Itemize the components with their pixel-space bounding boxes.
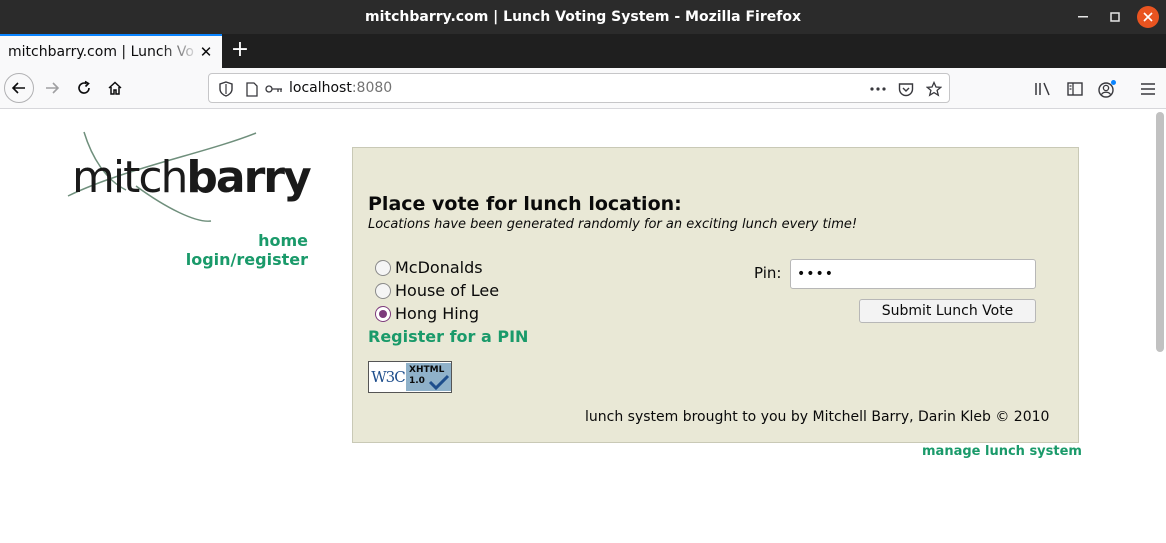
submit-vote-button[interactable]: Submit Lunch Vote [859, 299, 1036, 323]
sidebar-nav: home login/register [150, 231, 308, 269]
vote-panel: Place vote for lunch location: Locations… [352, 147, 1079, 443]
url-text: localhost:8080 [289, 80, 393, 96]
scrollbar[interactable] [1154, 110, 1166, 543]
close-window-icon[interactable] [1137, 6, 1159, 28]
url-bar[interactable]: localhost:8080 [208, 73, 950, 103]
window-title: mitchbarry.com | Lunch Voting System - M… [365, 9, 801, 25]
account-icon[interactable] [1096, 78, 1118, 100]
logo-text: mitchbarry [72, 152, 312, 203]
page-icon[interactable] [243, 80, 261, 98]
vote-subheading: Locations have been generated randomly f… [368, 217, 858, 232]
reload-icon[interactable] [70, 74, 98, 102]
more-actions-icon[interactable] [869, 80, 887, 98]
option-house-of-lee[interactable]: House of Lee [375, 281, 575, 301]
option-mcdonalds[interactable]: McDonalds [375, 258, 575, 278]
home-link[interactable]: home [150, 231, 308, 250]
option-label: Hong Hing [395, 304, 479, 323]
sidebar-toggle-icon[interactable] [1064, 78, 1086, 100]
radio-button-selected[interactable] [375, 306, 391, 322]
menu-icon[interactable] [1137, 78, 1159, 100]
back-icon[interactable] [4, 73, 34, 103]
pin-input[interactable]: •••• [790, 259, 1036, 289]
option-label: House of Lee [395, 281, 500, 300]
nav-toolbar: localhost:8080 [0, 68, 1166, 109]
manage-lunch-system-link[interactable]: manage lunch system [922, 444, 1082, 459]
radio-button[interactable] [375, 283, 391, 299]
w3c-xhtml-badge[interactable]: W3C XHTML 1.0 [368, 361, 452, 393]
library-icon[interactable] [1032, 78, 1054, 100]
shield-icon[interactable] [217, 80, 235, 98]
forward-icon[interactable] [38, 74, 66, 102]
pin-label: Pin: [754, 264, 782, 282]
radio-button[interactable] [375, 260, 391, 276]
maximize-icon[interactable] [1104, 6, 1126, 28]
page-content: mitchbarry home login/register Place vot… [0, 110, 1166, 543]
register-pin-link[interactable]: Register for a PIN [368, 327, 528, 346]
w3c-logo-text: W3C [370, 363, 406, 391]
checkmark-icon [428, 374, 450, 390]
window-titlebar: mitchbarry.com | Lunch Voting System - M… [0, 0, 1166, 34]
minimize-icon[interactable] [1072, 6, 1094, 28]
tab-close-icon[interactable]: ✕ [198, 44, 214, 60]
scrollbar-thumb[interactable] [1156, 112, 1164, 352]
new-tab-icon[interactable]: + [228, 39, 252, 63]
home-icon[interactable] [101, 74, 129, 102]
tab-active[interactable]: mitchbarry.com | Lunch Voting System ✕ [0, 34, 222, 68]
mitchbarry-logo: mitchbarry [66, 128, 312, 228]
option-label: McDonalds [395, 258, 483, 277]
option-hong-hing[interactable]: Hong Hing [375, 304, 575, 324]
key-icon[interactable] [264, 80, 284, 98]
vote-heading: Place vote for lunch location: [368, 193, 682, 215]
credits-text: lunch system brought to you by Mitchell … [585, 409, 1050, 425]
login-register-link[interactable]: login/register [150, 250, 308, 269]
pocket-icon[interactable] [897, 80, 915, 98]
xhtml-label: XHTML 1.0 [406, 363, 451, 391]
tab-strip: mitchbarry.com | Lunch Voting System ✕ + [0, 34, 1166, 68]
bookmark-star-icon[interactable] [925, 80, 943, 98]
